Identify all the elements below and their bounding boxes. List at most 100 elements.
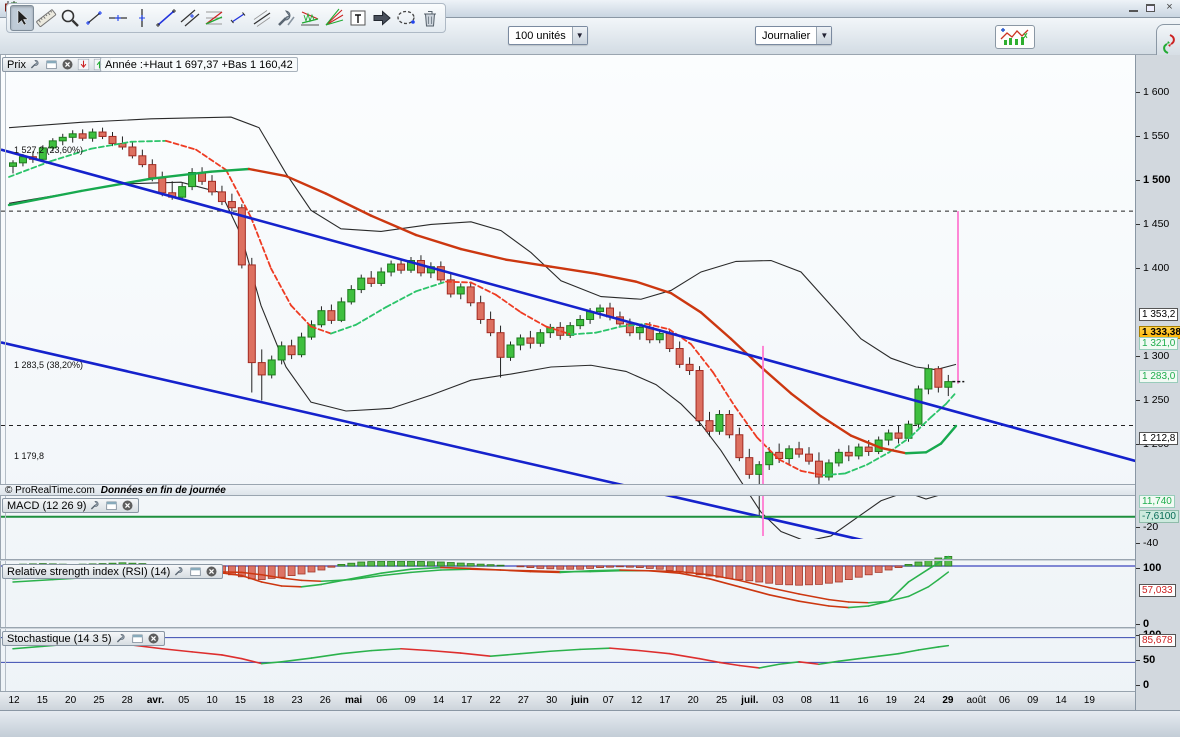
x-axis-label: 17: [659, 695, 670, 706]
detach-window-icon[interactable]: [189, 565, 202, 578]
close-button[interactable]: ×: [1163, 2, 1176, 14]
select-icon: [11, 7, 33, 29]
short-trendline-icon: [227, 7, 249, 29]
tool-text-button[interactable]: [346, 5, 370, 31]
tool-zoom-button[interactable]: [58, 5, 82, 31]
tool-regression-line-button[interactable]: [250, 5, 274, 31]
trendline-icon: [155, 7, 177, 29]
macd-signal-value-box: -7,6100: [1139, 510, 1179, 523]
x-axis-label: 20: [688, 695, 699, 706]
x-axis-label: 24: [914, 695, 925, 706]
tool-delete-button[interactable]: [418, 5, 442, 31]
units-dropdown-value: 100 unités: [509, 30, 572, 42]
axis-value-box: 1 353,2: [1139, 308, 1178, 321]
scale-down-icon[interactable]: [77, 58, 90, 71]
units-dropdown[interactable]: 100 unités ▼: [508, 26, 588, 45]
text-icon: [347, 7, 369, 29]
macd-panel-title: MACD (12 26 9): [7, 500, 86, 512]
x-axis-label: 25: [93, 695, 104, 706]
axis-tick-mark: [1136, 92, 1140, 93]
tool-select-button[interactable]: [10, 5, 34, 31]
x-axis-label: 11: [829, 695, 839, 706]
restore-button[interactable]: [1146, 4, 1155, 12]
trading-platform-window: XAUUSD - Gold Ounce USD 1 333,38 (-0,18%…: [0, 0, 1180, 737]
axis-tick-mark: [1136, 527, 1140, 528]
wrench-icon[interactable]: [89, 499, 102, 512]
trend-channel: [1, 150, 1136, 539]
price-axis-label: 1 600: [1143, 86, 1169, 98]
rsi-panel-header: Relative strength index (RSI) (14): [2, 564, 223, 579]
stoch-value-box: 85,678: [1139, 634, 1176, 647]
x-axis-label: août: [966, 695, 985, 706]
x-axis-label: avr.: [147, 695, 164, 706]
price-plot[interactable]: [1, 110, 1136, 539]
chart-left-border: [5, 55, 6, 710]
price-axis-label: 1 550: [1143, 130, 1169, 142]
x-axis-label: 14: [433, 695, 444, 706]
panel-separator: [0, 627, 1135, 629]
tool-segment-button[interactable]: [82, 5, 106, 31]
candlestick-series: [10, 128, 952, 517]
x-axis-label: 05: [178, 695, 189, 706]
x-axis-label: juin: [571, 695, 589, 706]
x-axis-label: 09: [405, 695, 416, 706]
horizontal-line-icon: [107, 7, 129, 29]
tool-lasso-button[interactable]: [394, 5, 418, 31]
tool-triangle-pattern-button[interactable]: [298, 5, 322, 31]
tool-trendline-button[interactable]: [154, 5, 178, 31]
x-axis-label: 18: [263, 695, 274, 706]
period-dropdown[interactable]: Journalier ▼: [755, 26, 832, 45]
detach-window-icon[interactable]: [105, 499, 118, 512]
tool-arrow-button[interactable]: [370, 5, 394, 31]
price-axis-label: 1 300: [1143, 350, 1169, 362]
price-axis-label: 1 450: [1143, 218, 1169, 230]
wrench-icon[interactable]: [173, 565, 186, 578]
minimize-button[interactable]: [1129, 4, 1138, 12]
price-axis[interactable]: 1 6001 5501 5001 4501 4001 3001 2501 200…: [1135, 55, 1180, 710]
price-axis-label: 1 250: [1143, 394, 1169, 406]
tool-short-trendline-button[interactable]: [226, 5, 250, 31]
axis-tick-mark: [1136, 660, 1140, 661]
fan-lines-icon: [323, 7, 345, 29]
tool-horizontal-line-button[interactable]: [106, 5, 130, 31]
x-axis-label: 03: [773, 695, 784, 706]
rsi-axis-label: 100: [1143, 562, 1161, 574]
wrench-icon[interactable]: [115, 632, 128, 645]
close-panel-icon[interactable]: [147, 632, 160, 645]
tool-ruler-button[interactable]: [34, 5, 58, 31]
close-panel-icon[interactable]: [205, 565, 218, 578]
segment-icon: [83, 7, 105, 29]
parallel-channel-icon: [179, 7, 201, 29]
mini-chart-icon: [998, 27, 1032, 47]
time-axis[interactable]: 1215202528avr.051015182326mai06091417222…: [0, 691, 1135, 710]
status-bar: ▼ ▼ ◀ = ▶: [0, 710, 1180, 737]
stoch-panel-title: Stochastique (14 3 5): [7, 633, 112, 645]
x-axis-label: 10: [207, 695, 218, 706]
chart-area[interactable]: [0, 55, 1135, 710]
tool-parallel-channel-button[interactable]: [178, 5, 202, 31]
tool-drawing-settings-button[interactable]: [274, 5, 298, 31]
tool-fan-lines-button[interactable]: [322, 5, 346, 31]
x-axis-label: 25: [716, 695, 727, 706]
x-axis-label: 20: [65, 695, 76, 706]
x-axis-label: 26: [320, 695, 331, 706]
detach-window-icon[interactable]: [131, 632, 144, 645]
x-axis-label: 16: [857, 695, 868, 706]
detach-window-icon[interactable]: [45, 58, 58, 71]
close-panel-icon[interactable]: [121, 499, 134, 512]
tool-vertical-line-button[interactable]: [130, 5, 154, 31]
window-controls: ×: [1129, 2, 1176, 14]
axis-tick-mark: [1136, 268, 1140, 269]
fib-label-236: 1 527,2 (23,60%): [14, 145, 83, 155]
x-axis-label: 09: [1027, 695, 1038, 706]
x-axis-label: 07: [603, 695, 614, 706]
arrow-icon: [371, 7, 393, 29]
wrench-icon[interactable]: [29, 58, 42, 71]
display-settings-button[interactable]: [995, 25, 1035, 49]
axis-tick-mark: [1136, 568, 1140, 569]
regression-line-icon: [251, 7, 273, 29]
fib-label-382: 1 283,5 (38,20%): [14, 360, 83, 370]
axis-tick-mark: [1136, 400, 1140, 401]
close-panel-icon[interactable]: [61, 58, 74, 71]
tool-fibonacci-retracement-button[interactable]: [202, 5, 226, 31]
